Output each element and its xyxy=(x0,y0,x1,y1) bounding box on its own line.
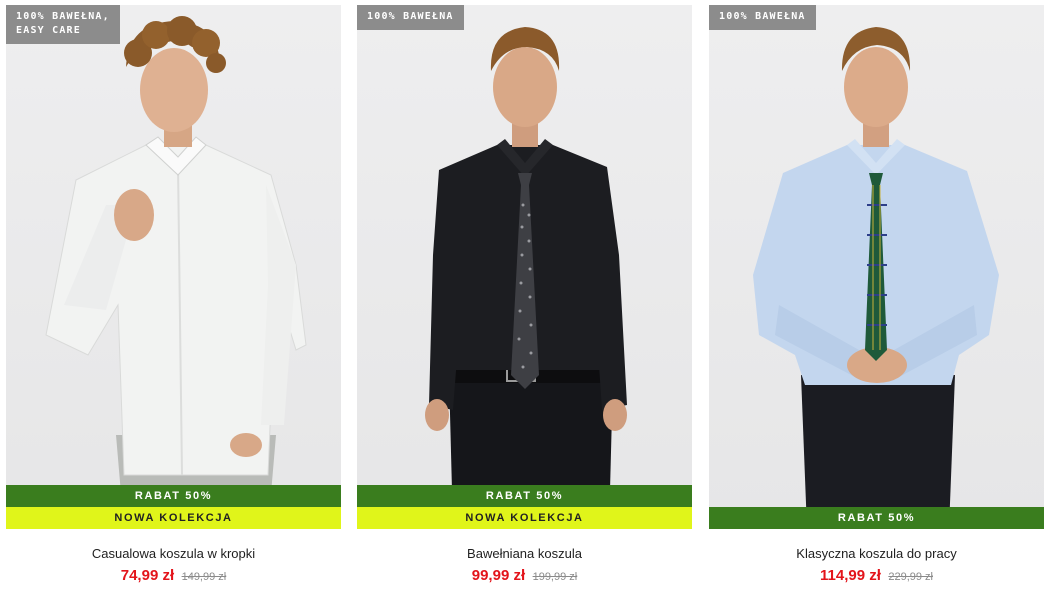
current-price: 99,99 zł xyxy=(471,567,526,584)
old-price: 149,99 zł xyxy=(181,571,227,583)
new-collection-label: NOWA KOLEKCJA xyxy=(6,507,341,529)
new-collection-label: NOWA KOLEKCJA xyxy=(357,507,692,529)
product-name[interactable]: Casualowa koszula w kropki xyxy=(6,545,341,563)
model-photo xyxy=(425,27,627,529)
promo-labels: RABAT 50% NOWA KOLEKCJA xyxy=(6,485,341,529)
discount-label: RABAT 50% xyxy=(709,507,1044,529)
product-grid: 100% BAWEŁNA, EASY CARE RABAT 50% NOWA K… xyxy=(0,0,1047,594)
material-badge: 100% BAWEŁNA xyxy=(709,5,816,30)
product-image[interactable]: 100% BAWEŁNA, EASY CARE RABAT 50% NOWA K… xyxy=(6,5,341,529)
product-card[interactable]: 100% BAWEŁNA RABAT 50% NOWA KOLEKCJA Baw… xyxy=(357,5,692,590)
product-info: Klasyczna koszula do pracy 114,99 zł 229… xyxy=(709,529,1044,587)
product-info: Casualowa koszula w kropki 74,99 zł 149,… xyxy=(6,529,341,587)
product-card[interactable]: 100% BAWEŁNA RABAT 50% Klasyczna koszula… xyxy=(709,5,1044,590)
old-price: 199,99 zł xyxy=(532,571,578,583)
product-name[interactable]: Klasyczna koszula do pracy xyxy=(709,545,1044,563)
discount-label: RABAT 50% xyxy=(357,485,692,507)
model-photo xyxy=(753,27,999,529)
current-price: 74,99 zł xyxy=(120,567,175,584)
product-image[interactable]: 100% BAWEŁNA RABAT 50% NOWA KOLEKCJA xyxy=(357,5,692,529)
promo-labels: RABAT 50% xyxy=(709,507,1044,529)
promo-labels: RABAT 50% NOWA KOLEKCJA xyxy=(357,485,692,529)
price-block: 114,99 zł 229,99 zł xyxy=(709,566,1044,587)
product-card[interactable]: 100% BAWEŁNA, EASY CARE RABAT 50% NOWA K… xyxy=(6,5,341,590)
model-photo xyxy=(45,16,307,529)
material-badge: 100% BAWEŁNA, EASY CARE xyxy=(6,5,120,44)
product-name[interactable]: Bawełniana koszula xyxy=(357,545,692,563)
price-block: 99,99 zł 199,99 zł xyxy=(357,566,692,587)
price-block: 74,99 zł 149,99 zł xyxy=(6,566,341,587)
old-price: 229,99 zł xyxy=(888,571,933,583)
current-price: 114,99 zł xyxy=(820,567,881,584)
product-image[interactable]: 100% BAWEŁNA RABAT 50% xyxy=(709,5,1044,529)
discount-label: RABAT 50% xyxy=(6,485,341,507)
material-badge: 100% BAWEŁNA xyxy=(357,5,464,30)
product-info: Bawełniana koszula 99,99 zł 199,99 zł xyxy=(357,529,692,587)
